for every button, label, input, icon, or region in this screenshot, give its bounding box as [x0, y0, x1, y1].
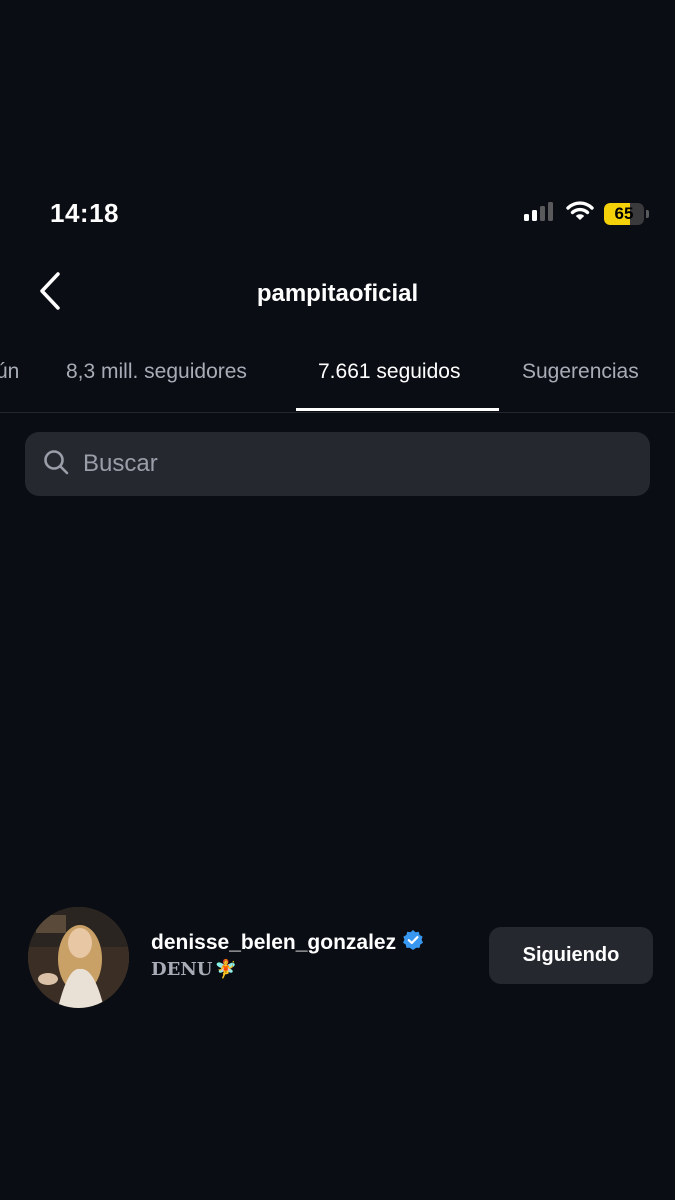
- tab-mutual[interactable]: ún: [0, 360, 19, 384]
- search-icon: [43, 449, 69, 480]
- following-button[interactable]: Siguiendo: [489, 927, 653, 984]
- following-screen: 14:18 65 pampitaoficial n 8,3 mill. segu…: [0, 0, 675, 1200]
- fairy-emoji: 🧚: [214, 959, 237, 980]
- tab-following[interactable]: 7.661 seguidos: [318, 360, 460, 384]
- wifi-icon: [566, 200, 594, 227]
- profile-username-title: pampitaoficial: [256, 280, 419, 307]
- list-item[interactable]: denisse_belen_gonzalez DENU 🧚 Siguiendo: [0, 905, 675, 1009]
- active-tab-indicator: [296, 408, 499, 411]
- search-input[interactable]: [81, 449, 605, 479]
- battery-level: 65: [614, 203, 634, 223]
- avatar[interactable]: [28, 907, 129, 1008]
- list-item-username[interactable]: denisse_belen_gonzalez: [151, 929, 424, 957]
- verified-badge-icon: [402, 929, 424, 957]
- signal-icon: [524, 201, 556, 226]
- status-icons: 65: [524, 200, 649, 227]
- tab-suggestions[interactable]: Sugerencias: [522, 360, 639, 384]
- battery-icon: 65: [604, 202, 649, 225]
- search-bar[interactable]: [25, 432, 650, 496]
- username-text: denisse_belen_gonzalez: [151, 931, 397, 954]
- status-time: 14:18: [50, 198, 119, 228]
- list-item-fullname: DENU 🧚: [151, 959, 237, 980]
- tab-followers[interactable]: 8,3 mill. seguidores: [66, 360, 247, 384]
- tab-bar: ún 8,3 mill. seguidores 7.661 seguidos S…: [0, 340, 675, 413]
- fullname-text: DENU: [151, 959, 213, 980]
